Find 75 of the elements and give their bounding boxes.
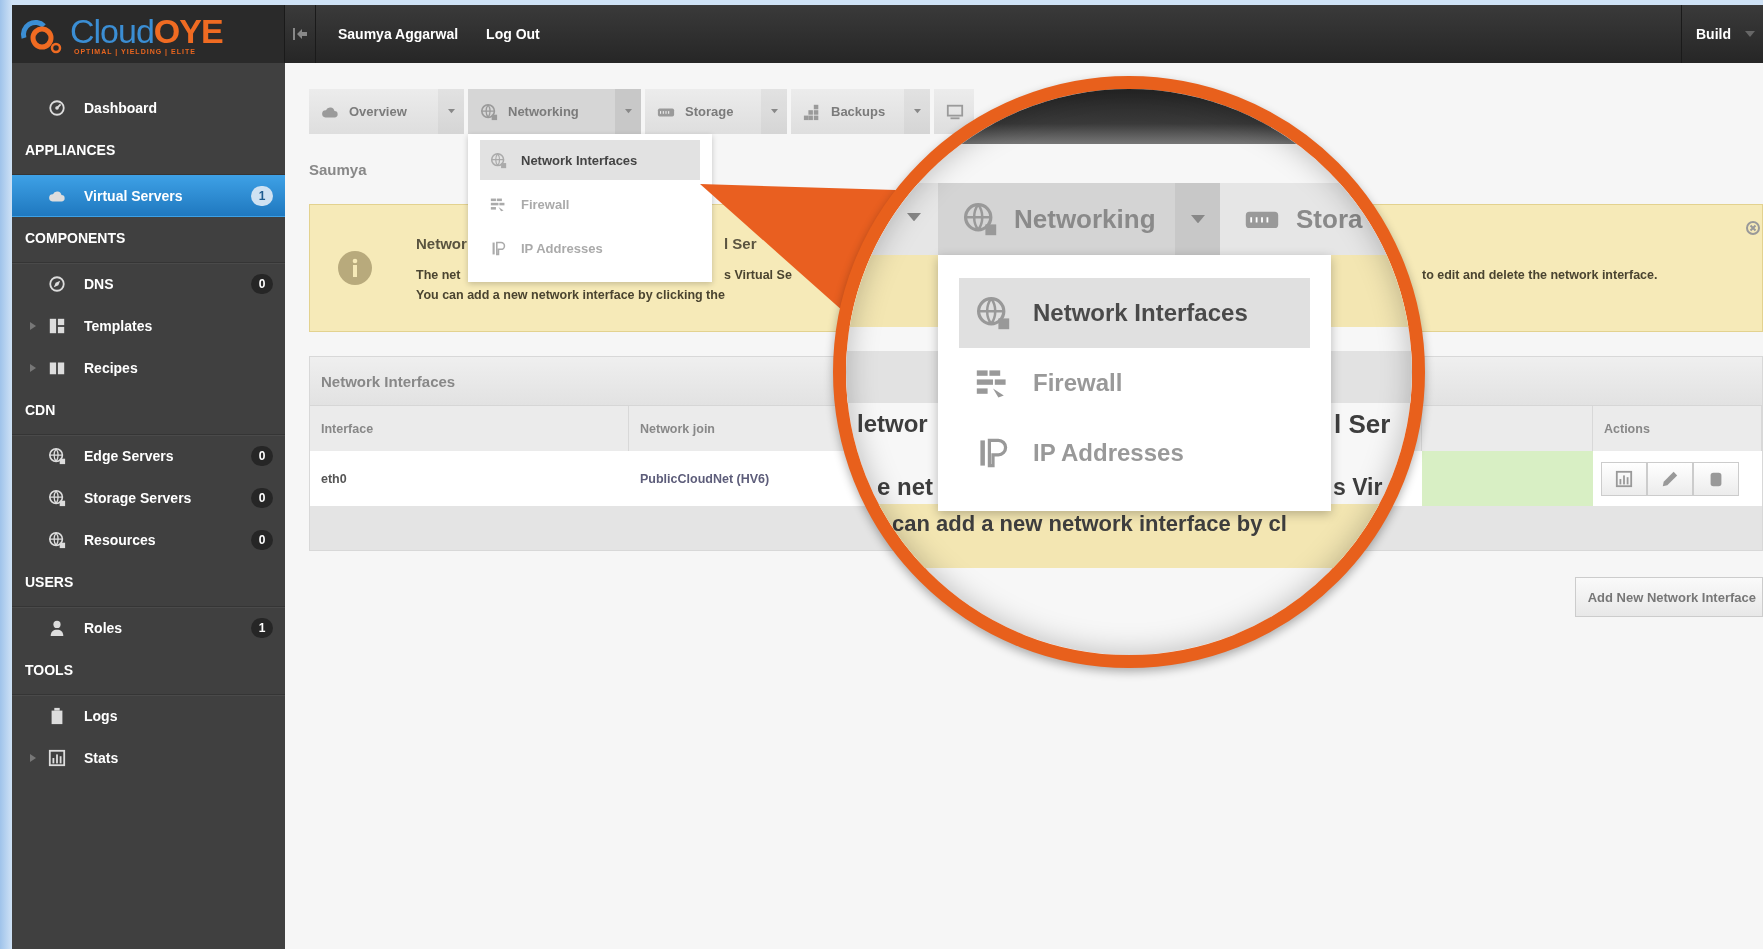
count-badge: 0 — [251, 273, 273, 294]
table-cell: eth0 — [310, 451, 629, 506]
section-heading: USERS — [12, 561, 285, 607]
sidebar-item[interactable]: Recipes — [12, 347, 285, 389]
collapse-icon — [293, 28, 307, 40]
magnified-text: s Vir — [1333, 475, 1383, 499]
globe-icon — [480, 102, 498, 121]
section-heading: TOOLS — [12, 649, 285, 695]
caret-icon — [770, 109, 778, 114]
user-name[interactable]: Saumya Aggarwal — [338, 26, 459, 42]
logo-text: CloudOYE — [70, 13, 223, 48]
section-heading: CDN — [12, 389, 285, 435]
magnified-text: l Ser — [1334, 411, 1391, 437]
layout-icon — [48, 316, 66, 335]
chart-icon — [1615, 469, 1633, 488]
globe-icon — [48, 446, 66, 465]
info-text: s Virtual Se — [724, 267, 792, 282]
caret-icon — [907, 213, 921, 222]
globe-icon — [48, 488, 66, 507]
tab-menu-toggle[interactable] — [1175, 183, 1220, 255]
caret-icon — [1745, 31, 1755, 37]
count-badge: 1 — [251, 185, 273, 206]
section-heading: COMPONENTS — [12, 217, 285, 263]
caret-icon — [624, 109, 632, 114]
add-button[interactable]: Add New Network Interface — [1574, 577, 1763, 617]
build-menu[interactable]: Build — [1696, 26, 1731, 42]
caret-icon — [1190, 214, 1205, 224]
magnified-text: letwor — [857, 412, 928, 436]
person-icon — [48, 618, 66, 637]
sidebar-item[interactable]: Storage Servers 0 — [12, 477, 285, 519]
close-icon — [1746, 221, 1760, 235]
info-title: Networ — [416, 234, 467, 252]
info-text: The net — [416, 267, 461, 282]
sidebar-item[interactable]: Roles 1 — [12, 607, 285, 649]
sidebar-item[interactable]: Dashboard — [12, 87, 285, 129]
count-badge: 0 — [251, 529, 273, 550]
count-badge: 1 — [251, 617, 273, 638]
action-button[interactable] — [1647, 461, 1693, 496]
globe-icon — [975, 295, 1011, 331]
info-title: l Ser — [724, 234, 757, 252]
sidebar-item[interactable]: Stats — [12, 737, 285, 779]
gauge-icon — [48, 98, 66, 117]
chart-icon — [48, 748, 66, 767]
monitor-icon — [946, 102, 964, 121]
info-icon — [338, 251, 372, 285]
pencil-icon — [1661, 469, 1679, 488]
action-button[interactable] — [1601, 461, 1647, 496]
caret-icon — [913, 109, 921, 114]
info-text: to edit and delete the network interface. — [1422, 267, 1658, 282]
tab-menu-toggle[interactable] — [615, 89, 641, 134]
sidebar-item[interactable]: Resources 0 — [12, 519, 285, 561]
globe-icon — [48, 530, 66, 549]
menu-item[interactable]: Network Interfaces — [480, 140, 700, 180]
count-badge: 0 — [251, 445, 273, 466]
tab-menu-toggle[interactable] — [904, 89, 930, 134]
count-badge: 0 — [251, 487, 273, 508]
globe-icon — [490, 151, 507, 169]
tab-menu-toggle[interactable] — [438, 89, 464, 134]
logout-link[interactable]: Log Out — [486, 26, 540, 42]
menu-item[interactable]: Network Interfaces — [959, 278, 1310, 348]
sidebar-item[interactable]: DNS 0 — [12, 263, 285, 305]
sidebar-item[interactable]: Edge Servers 0 — [12, 435, 285, 477]
magnified-text: can add a new network interface by cl — [892, 513, 1287, 535]
magnified-text: e net — [877, 475, 933, 499]
tab-menu-toggle[interactable] — [761, 89, 787, 134]
info-text: You can add a new network interface by clicking the — [416, 287, 725, 302]
sidebar-item[interactable]: Templates — [12, 305, 285, 347]
page-label: Saumya — [309, 161, 368, 179]
caret-icon — [447, 109, 455, 114]
sidebar-item[interactable]: Virtual Servers 1 — [12, 175, 285, 217]
blocks-icon — [803, 102, 821, 121]
globe-icon — [962, 201, 998, 237]
compass-icon — [48, 274, 66, 293]
action-button[interactable] — [1693, 461, 1739, 496]
sidebar-item[interactable]: Logs — [12, 695, 285, 737]
